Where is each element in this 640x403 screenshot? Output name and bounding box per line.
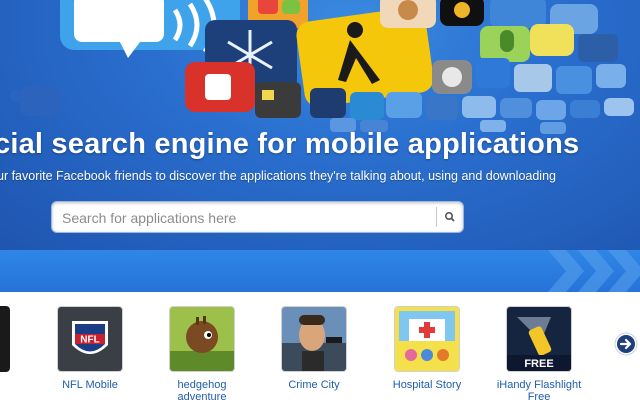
chevron-pattern	[548, 250, 640, 292]
search-input[interactable]	[60, 202, 434, 234]
arrow-right-icon	[614, 332, 638, 356]
app-thumb	[281, 306, 347, 372]
search-bar	[51, 201, 464, 234]
app-name: Hospital Story	[392, 379, 462, 391]
search-divider	[436, 207, 437, 227]
app-card-hospital-story[interactable]: Hospital Story	[372, 306, 482, 391]
app-card-ihandy-flashlight[interactable]: FREE iHandy Flashlight Free	[484, 306, 594, 403]
flashlight-icon: FREE	[507, 307, 571, 371]
free-badge: FREE	[524, 358, 553, 370]
partial-app-thumb[interactable]	[0, 306, 10, 372]
app-name: Crime City	[288, 379, 340, 391]
app-thumb: NFL	[57, 306, 123, 372]
crime-city-icon	[282, 307, 346, 371]
search-icon	[445, 212, 455, 222]
hospital-icon	[395, 307, 459, 371]
app-thumb	[394, 306, 460, 372]
app-card-crime-city[interactable]: Crime City	[259, 306, 369, 391]
blue-band	[0, 250, 640, 292]
app-icon-collage	[10, 0, 634, 134]
app-thumb: FREE	[506, 306, 572, 372]
app-card-hedgehog-adventure[interactable]: hedgehog adventure	[147, 306, 257, 403]
app-thumb	[169, 306, 235, 372]
app-name: iHandy Flashlight	[496, 379, 582, 391]
app-name-line2: Free	[527, 391, 551, 403]
app-name: NFL Mobile	[62, 379, 118, 391]
nfl-logo-text: NFL	[80, 335, 99, 346]
app-carousel: NFL NFL Mobile hedgehog adventure Crime …	[0, 292, 640, 403]
carousel-next-button[interactable]	[614, 332, 638, 356]
hedgehog-icon	[170, 307, 234, 371]
app-card-nfl-mobile[interactable]: NFL NFL Mobile	[35, 306, 145, 391]
hero-banner: cial search engine for mobile applicatio…	[0, 0, 640, 250]
nfl-logo-icon: NFL	[58, 307, 122, 371]
hero-subline: ur favorite Facebook friends to discover…	[0, 169, 556, 183]
app-name: hedgehog	[177, 379, 227, 391]
search-button[interactable]	[438, 202, 463, 232]
app-name-line2: adventure	[177, 391, 227, 403]
hero-headline: cial search engine for mobile applicatio…	[0, 128, 580, 160]
